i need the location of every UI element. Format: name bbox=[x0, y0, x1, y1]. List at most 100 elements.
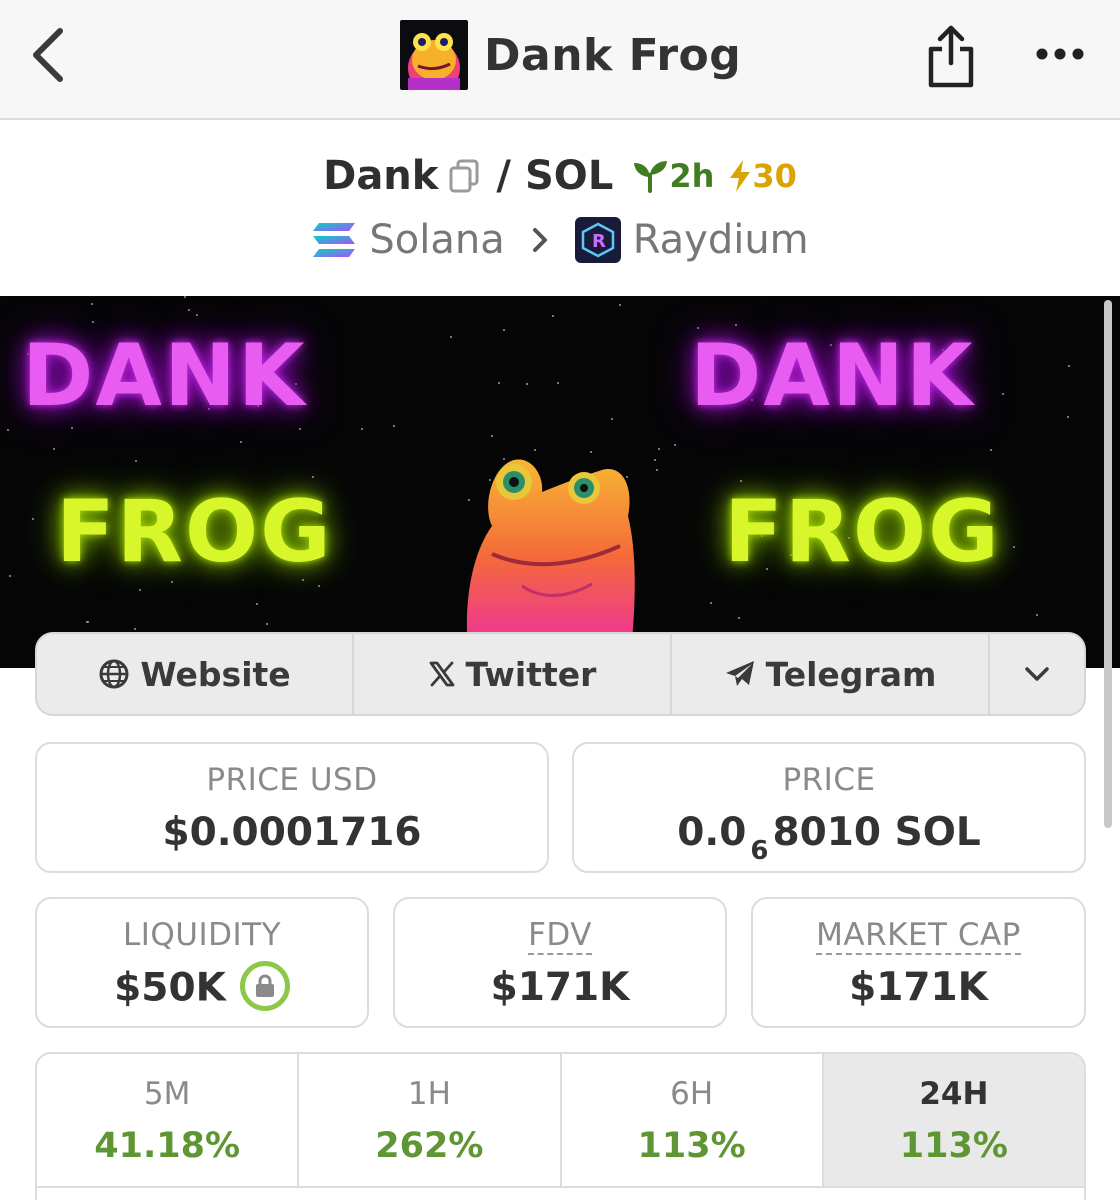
seedling-icon bbox=[634, 161, 668, 193]
price-usd-label: PRICE USD bbox=[206, 762, 378, 798]
timeframe-change: 113% bbox=[637, 1126, 746, 1166]
banner-star bbox=[53, 448, 55, 450]
banner-text-left-frog: FROG bbox=[56, 482, 333, 582]
banner-star bbox=[503, 329, 505, 331]
twitter-button[interactable]: Twitter bbox=[354, 634, 672, 714]
share-icon bbox=[928, 25, 974, 88]
timeframe-divider bbox=[35, 1186, 1086, 1188]
fdv-label: FDV bbox=[528, 917, 592, 955]
telegram-button[interactable]: Telegram bbox=[672, 634, 990, 714]
banner-star bbox=[361, 428, 363, 430]
page-scrollbar[interactable] bbox=[1104, 300, 1112, 828]
banner-star bbox=[619, 304, 621, 306]
boost-count: 30 bbox=[752, 157, 797, 195]
banner-star bbox=[557, 382, 559, 384]
dank-frog-avatar-image bbox=[400, 20, 468, 90]
banner-star bbox=[92, 321, 94, 323]
pair-age-badge: 2h bbox=[631, 157, 714, 195]
liquidity-value: $50K bbox=[114, 965, 226, 1011]
boost-badge[interactable]: 30 bbox=[728, 157, 797, 195]
copy-icon bbox=[449, 159, 479, 193]
banner-star bbox=[86, 621, 88, 623]
chain-link[interactable]: Solana bbox=[369, 217, 504, 263]
banner-star bbox=[1013, 546, 1015, 548]
banner-star bbox=[674, 444, 676, 446]
more-horizontal-icon bbox=[1036, 48, 1084, 60]
chain-breadcrumb: Solana R Raydium bbox=[0, 212, 1120, 268]
banner-star bbox=[552, 315, 554, 317]
back-button[interactable] bbox=[22, 22, 74, 88]
nav-title-group: Dank Frog bbox=[400, 20, 741, 90]
price-native-zero-count: 6 bbox=[750, 836, 769, 866]
price-native-label: PRICE bbox=[782, 762, 876, 798]
chevron-left-icon bbox=[33, 28, 63, 82]
copy-address-button[interactable] bbox=[448, 158, 480, 194]
timeframe-tab-5m[interactable]: 5M 41.18% bbox=[37, 1054, 300, 1188]
market-cap-value: $171K bbox=[849, 965, 988, 1010]
banner-star bbox=[654, 459, 656, 461]
banner-star bbox=[139, 589, 141, 591]
banner-star bbox=[990, 449, 992, 451]
banner-star bbox=[318, 585, 320, 587]
top-nav-bar: Dank Frog bbox=[0, 0, 1120, 120]
pair-base-symbol: Dank bbox=[323, 153, 439, 199]
banner-star bbox=[184, 296, 186, 298]
telegram-label: Telegram bbox=[765, 654, 937, 694]
banner-star bbox=[656, 469, 658, 471]
banner-star bbox=[611, 418, 613, 420]
price-change-timeframes: 5M 41.18% 1H 262% 6H 113% 24H 113% bbox=[35, 1052, 1086, 1200]
solana-icon bbox=[313, 223, 356, 257]
dex-link[interactable]: Raydium bbox=[633, 217, 809, 263]
price-native-value: 0.0 6 8010 SOL bbox=[574, 810, 1084, 866]
banner-star bbox=[266, 623, 268, 625]
timeframe-label: 1H bbox=[407, 1076, 451, 1112]
banner-star bbox=[1036, 614, 1038, 616]
market-cap-label: MARKET CAP bbox=[816, 917, 1021, 955]
pair-separator: / bbox=[496, 153, 511, 199]
banner-text-left-dank: DANK bbox=[22, 326, 307, 426]
banner-star bbox=[240, 441, 242, 443]
chevron-right-icon bbox=[532, 228, 547, 252]
fdv-value: $171K bbox=[490, 965, 630, 1010]
banner-text-right-frog: FROG bbox=[724, 482, 1001, 582]
banner-star bbox=[312, 476, 314, 478]
telegram-icon bbox=[725, 661, 754, 686]
banner-star bbox=[188, 309, 190, 311]
more-links-dropdown[interactable] bbox=[990, 634, 1084, 714]
timeframe-tab-6h[interactable]: 6H 113% bbox=[562, 1054, 824, 1188]
website-label: Website bbox=[140, 654, 291, 694]
price-usd-card: PRICE USD $0.0001716 bbox=[35, 742, 549, 873]
liquidity-locked-badge[interactable] bbox=[239, 961, 290, 1011]
liquidity-card: LIQUIDITY $50K bbox=[35, 897, 369, 1028]
liquidity-value-row: $50K bbox=[37, 961, 367, 1015]
page-title: Dank Frog bbox=[484, 29, 742, 81]
banner-star bbox=[7, 429, 9, 431]
social-links-bar: Website Twitter Telegram bbox=[35, 632, 1086, 716]
banner-star bbox=[393, 425, 395, 427]
timeframe-change: 262% bbox=[375, 1126, 484, 1166]
banner-star bbox=[135, 460, 137, 462]
fdv-label-wrap: FDV bbox=[395, 917, 725, 955]
banner-star bbox=[134, 628, 136, 630]
more-options-button[interactable] bbox=[1030, 34, 1090, 74]
banner-star bbox=[1068, 365, 1070, 367]
market-cap-card[interactable]: MARKET CAP $171K bbox=[751, 897, 1086, 1028]
timeframe-label: 5M bbox=[143, 1076, 191, 1112]
pair-header: Dank / SOL 2h 30 bbox=[0, 148, 1120, 204]
website-button[interactable]: Website bbox=[37, 634, 354, 714]
banner-star bbox=[738, 617, 740, 619]
share-button[interactable] bbox=[922, 20, 980, 92]
timeframe-tab-24h[interactable]: 24H 113% bbox=[823, 1054, 1084, 1188]
timeframe-change: 113% bbox=[899, 1126, 1008, 1166]
timeframe-label: 24H bbox=[919, 1076, 989, 1112]
raydium-icon: R bbox=[574, 217, 621, 263]
price-native-prefix: 0.0 bbox=[677, 810, 747, 855]
timeframe-tab-1h[interactable]: 1H 262% bbox=[299, 1054, 562, 1188]
banner-star bbox=[299, 428, 301, 430]
liquidity-label: LIQUIDITY bbox=[122, 917, 282, 953]
banner-star bbox=[526, 383, 528, 385]
fdv-card[interactable]: FDV $171K bbox=[393, 897, 727, 1028]
price-native-suffix: 8010 SOL bbox=[772, 810, 981, 855]
banner-star bbox=[9, 575, 11, 577]
banner-star bbox=[196, 314, 198, 316]
